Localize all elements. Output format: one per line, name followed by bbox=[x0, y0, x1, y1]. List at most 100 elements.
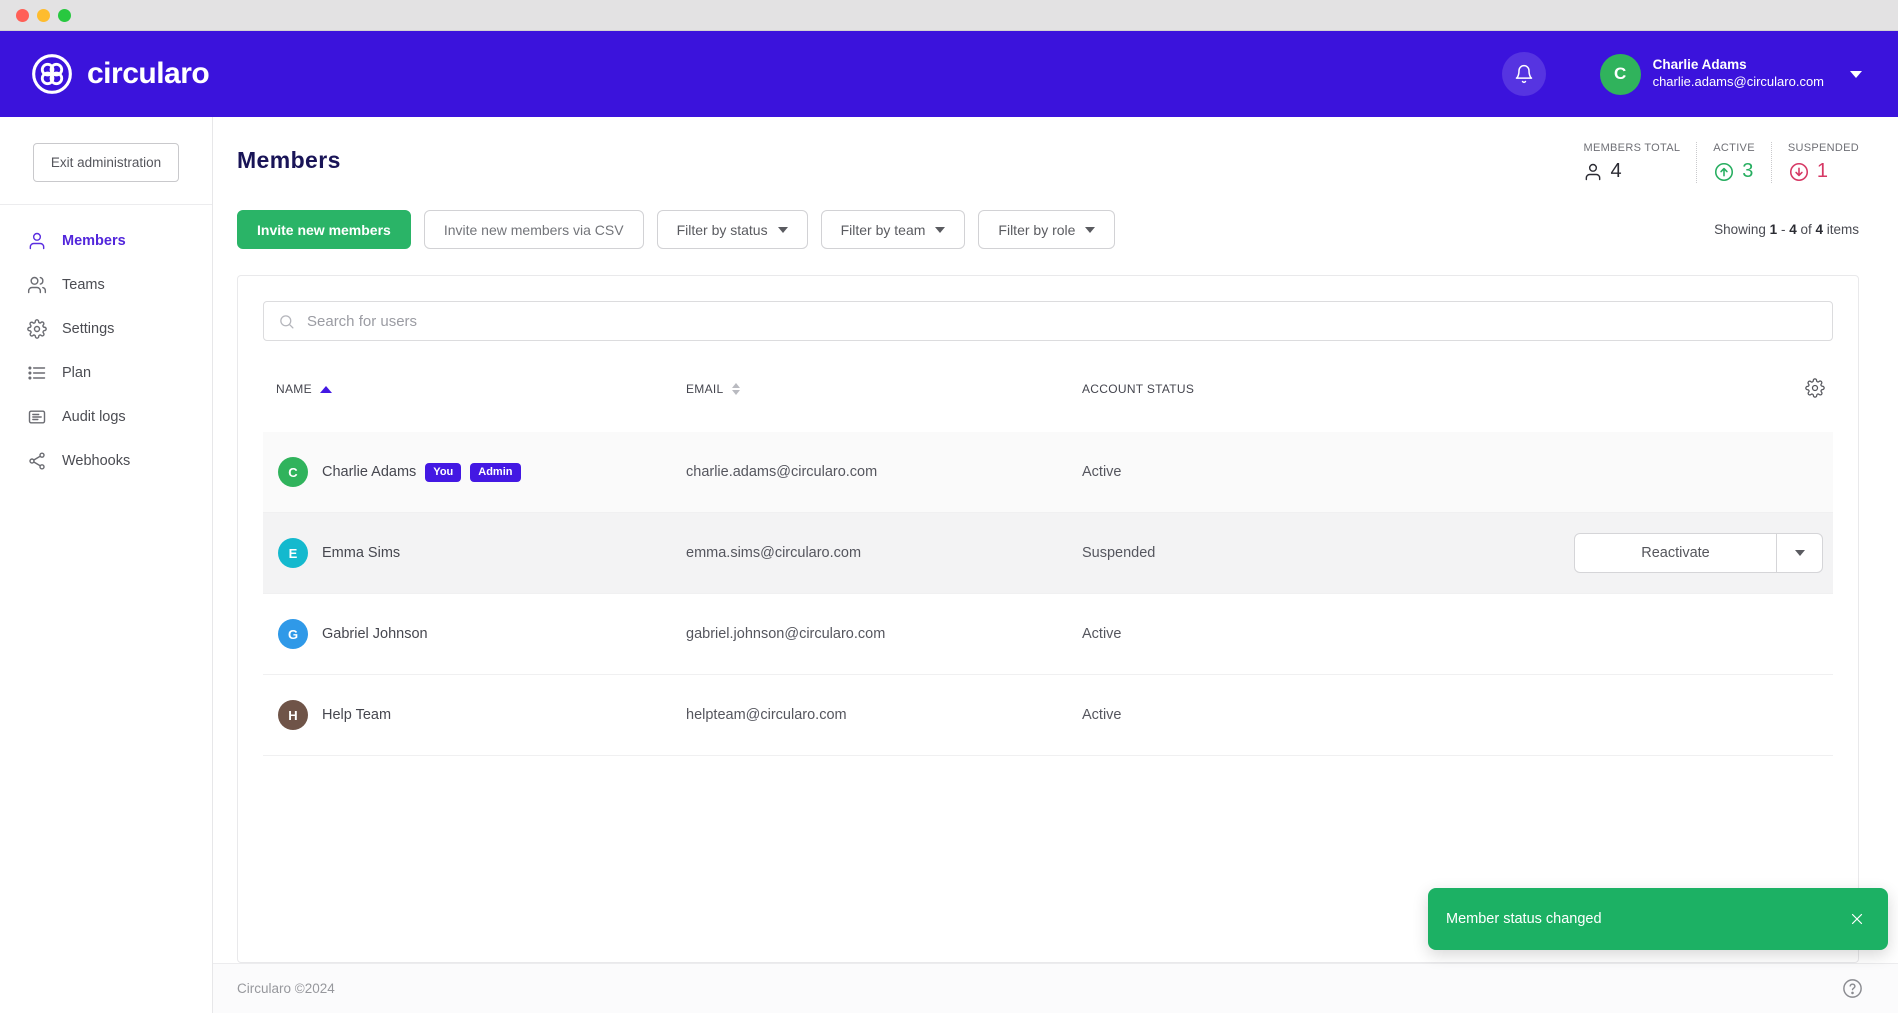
column-header-email[interactable]: EMAIL bbox=[673, 382, 1069, 396]
stat-suspended: SUSPENDED 1 bbox=[1771, 142, 1859, 183]
exit-administration-button[interactable]: Exit administration bbox=[33, 143, 179, 182]
person-icon bbox=[1583, 162, 1603, 182]
table-row[interactable]: H Help Team helpteam@circularo.com Activ… bbox=[263, 675, 1833, 756]
traffic-lights bbox=[16, 9, 71, 22]
reactivate-split-button: Reactivate bbox=[1574, 533, 1823, 573]
invite-via-csv-button[interactable]: Invite new members via CSV bbox=[424, 210, 644, 249]
table-row[interactable]: C Charlie Adams You Admin charlie.adams@… bbox=[263, 432, 1833, 513]
filter-by-status-dropdown[interactable]: Filter by status bbox=[657, 210, 808, 249]
arrow-up-circle-icon bbox=[1713, 161, 1735, 183]
close-window-button[interactable] bbox=[16, 9, 29, 22]
member-name: Help Team bbox=[322, 707, 391, 723]
brand-logo[interactable]: circularo bbox=[30, 52, 209, 96]
stat-value: 4 bbox=[1610, 160, 1621, 183]
you-badge: You bbox=[425, 463, 461, 482]
list-icon bbox=[27, 363, 47, 383]
avatar: C bbox=[278, 457, 308, 487]
column-label: ACCOUNT STATUS bbox=[1082, 382, 1194, 396]
table-settings-button[interactable] bbox=[1805, 378, 1827, 400]
search-box[interactable] bbox=[263, 301, 1833, 341]
avatar: H bbox=[278, 700, 308, 730]
people-group-icon bbox=[27, 275, 47, 295]
filter-label: Filter by status bbox=[677, 222, 768, 238]
page-title: Members bbox=[237, 147, 341, 174]
stat-label: ACTIVE bbox=[1713, 142, 1755, 154]
chevron-down-icon bbox=[1795, 550, 1805, 556]
avatar: G bbox=[278, 619, 308, 649]
member-name: Emma Sims bbox=[322, 545, 400, 561]
member-stats: MEMBERS TOTAL 4 ACTIVE 3 SUSPENDED bbox=[1567, 142, 1859, 183]
sidebar-item-plan[interactable]: Plan bbox=[0, 351, 212, 395]
help-button[interactable] bbox=[1841, 977, 1865, 1001]
member-name: Charlie Adams bbox=[322, 464, 416, 480]
account-status: Active bbox=[1069, 707, 1561, 723]
gear-icon bbox=[27, 319, 47, 339]
stat-value: 1 bbox=[1817, 160, 1828, 183]
chevron-down-icon bbox=[935, 227, 945, 233]
pagination-summary: Showing 1 - 4 of 4 items bbox=[1714, 222, 1859, 237]
user-menu[interactable]: C Charlie Adams charlie.adams@circularo.… bbox=[1600, 54, 1862, 95]
reactivate-dropdown-toggle[interactable] bbox=[1777, 534, 1822, 572]
column-header-name[interactable]: NAME bbox=[263, 382, 673, 396]
webhook-icon bbox=[27, 451, 47, 471]
arrow-down-circle-icon bbox=[1788, 161, 1810, 183]
member-email: emma.sims@circularo.com bbox=[673, 545, 1069, 561]
question-circle-icon bbox=[1841, 977, 1864, 1000]
avatar: E bbox=[278, 538, 308, 568]
column-header-account-status[interactable]: ACCOUNT STATUS bbox=[1069, 382, 1561, 396]
sidebar-item-teams[interactable]: Teams bbox=[0, 263, 212, 307]
sidebar-item-webhooks[interactable]: Webhooks bbox=[0, 439, 212, 483]
document-lines-icon bbox=[27, 407, 47, 427]
sidebar-item-label: Members bbox=[62, 233, 126, 249]
stat-active: ACTIVE 3 bbox=[1696, 142, 1771, 183]
table-row[interactable]: G Gabriel Johnson gabriel.johnson@circul… bbox=[263, 594, 1833, 675]
account-status: Suspended bbox=[1069, 545, 1561, 561]
bell-icon bbox=[1514, 64, 1534, 84]
gear-icon bbox=[1805, 378, 1825, 398]
sort-icon bbox=[732, 383, 740, 395]
minimize-window-button[interactable] bbox=[37, 9, 50, 22]
filter-label: Filter by team bbox=[841, 222, 926, 238]
toast-message: Member status changed bbox=[1446, 911, 1602, 927]
person-icon bbox=[27, 231, 47, 251]
sidebar-item-label: Teams bbox=[62, 277, 105, 293]
member-email: gabriel.johnson@circularo.com bbox=[673, 626, 1069, 642]
member-email: helpteam@circularo.com bbox=[673, 707, 1069, 723]
notifications-button[interactable] bbox=[1502, 52, 1546, 96]
table-row[interactable]: E Emma Sims emma.sims@circularo.com Susp… bbox=[263, 513, 1833, 594]
sort-ascending-icon bbox=[320, 386, 332, 393]
user-avatar: C bbox=[1600, 54, 1641, 95]
account-status: Active bbox=[1069, 626, 1561, 642]
members-table-card: NAME EMAIL ACCOUNT STATUS bbox=[237, 275, 1859, 963]
brand-name: circularo bbox=[87, 57, 209, 91]
chevron-down-icon bbox=[778, 227, 788, 233]
sidebar: Exit administration Members Teams bbox=[0, 117, 213, 1013]
stat-value: 3 bbox=[1742, 160, 1753, 183]
toast-notification: Member status changed bbox=[1428, 888, 1888, 950]
column-label: NAME bbox=[276, 382, 312, 396]
filter-by-role-dropdown[interactable]: Filter by role bbox=[978, 210, 1115, 249]
circularo-logo-icon bbox=[30, 52, 74, 96]
invite-new-members-button[interactable]: Invite new members bbox=[237, 210, 411, 249]
sidebar-item-members[interactable]: Members bbox=[0, 219, 212, 263]
sidebar-item-label: Audit logs bbox=[62, 409, 126, 425]
stat-label: SUSPENDED bbox=[1788, 142, 1859, 154]
table-header: NAME EMAIL ACCOUNT STATUS bbox=[263, 367, 1833, 411]
close-icon[interactable] bbox=[1848, 910, 1866, 928]
maximize-window-button[interactable] bbox=[58, 9, 71, 22]
sidebar-item-settings[interactable]: Settings bbox=[0, 307, 212, 351]
window-titlebar bbox=[0, 0, 1898, 31]
footer: Circularo ©2024 bbox=[213, 963, 1898, 1013]
chevron-down-icon bbox=[1085, 227, 1095, 233]
user-name: Charlie Adams bbox=[1653, 57, 1824, 74]
sidebar-divider bbox=[0, 204, 212, 205]
reactivate-button[interactable]: Reactivate bbox=[1575, 534, 1777, 572]
sidebar-item-audit-logs[interactable]: Audit logs bbox=[0, 395, 212, 439]
admin-badge: Admin bbox=[470, 463, 520, 482]
member-name: Gabriel Johnson bbox=[322, 626, 428, 642]
sidebar-item-label: Settings bbox=[62, 321, 114, 337]
app-header: circularo C Charlie Adams charlie.adams@… bbox=[0, 31, 1898, 117]
filter-by-team-dropdown[interactable]: Filter by team bbox=[821, 210, 966, 249]
stat-members-total: MEMBERS TOTAL 4 bbox=[1567, 142, 1696, 183]
search-input[interactable] bbox=[307, 313, 1818, 330]
